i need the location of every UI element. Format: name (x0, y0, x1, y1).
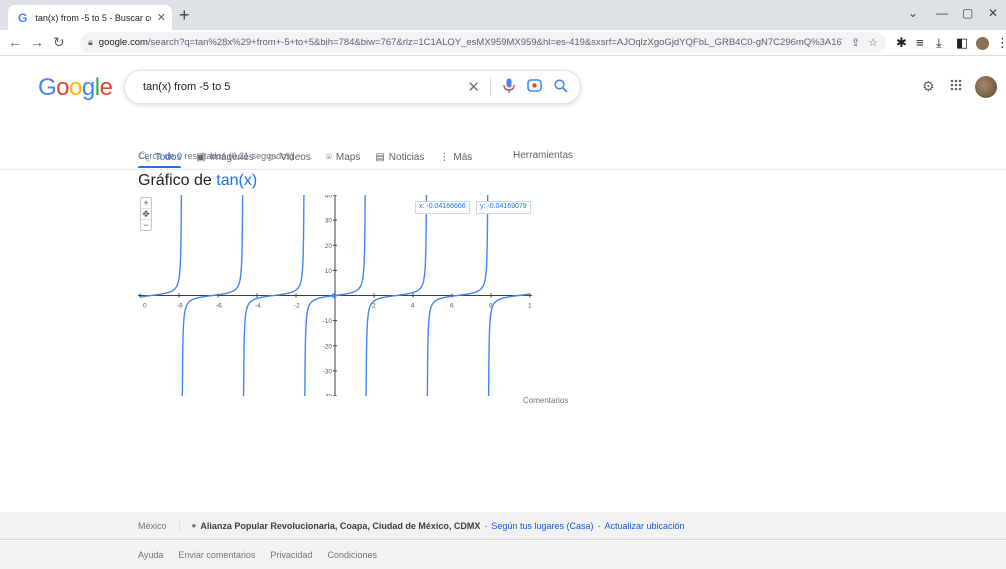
x-tick-label: -8 (177, 303, 183, 310)
tab-maps[interactable]: ⌾ Maps (326, 147, 360, 167)
camera-lens-icon[interactable] (527, 78, 542, 96)
address-url: google.com/search?q=tan%28x%29+from+-5+t… (98, 37, 843, 48)
close-window-button[interactable]: ✕ (988, 6, 998, 20)
y-tick-label: 30 (325, 218, 333, 225)
update-location-link[interactable]: Actualizar ubicación (604, 521, 684, 531)
forward-button[interactable]: → (30, 34, 44, 50)
x-tick-label: -6 (216, 303, 222, 310)
y-tick-label: -30 (323, 368, 333, 375)
x-tick-label: -2 (294, 303, 300, 310)
footer-country: México (138, 520, 180, 531)
google-logo[interactable]: Google (38, 74, 113, 102)
x-tick-label: 4 (411, 303, 415, 310)
tan-curve-branch (487, 293, 531, 396)
graph-title-function[interactable]: tan(x) (216, 172, 257, 189)
location-dot-icon: ● (191, 521, 197, 530)
account-avatar[interactable] (975, 76, 997, 98)
microphone-icon[interactable] (503, 78, 515, 97)
result-stats: Cerca de 0 resultados (0.21 segundos) (138, 151, 294, 161)
settings-gear-icon[interactable]: ⚙ (922, 78, 935, 95)
close-tab-icon[interactable]: ✕ (157, 11, 166, 24)
x-tick-label: 0 (143, 303, 147, 310)
footer-link-condiciones[interactable]: Condiciones (327, 550, 377, 560)
y-tick-label: 40 (325, 195, 333, 200)
tab-title: tan(x) from -5 to 5 - Buscar con Google (35, 12, 150, 23)
y-tick-label: 20 (325, 243, 333, 250)
footer-links: Ayuda Enviar comentarios Privacidad Cond… (0, 541, 1006, 569)
footer-link-ayuda[interactable]: Ayuda (138, 550, 163, 560)
divider (490, 78, 491, 96)
reading-list-icon[interactable]: ≡ (916, 35, 924, 50)
y-tick-label: 10 (325, 268, 333, 275)
x-tick-label: -4 (255, 303, 261, 310)
tab-search-icon[interactable]: ⌄ (908, 6, 918, 20)
readout-y: y: -0.04169079 (476, 201, 531, 214)
feedback-link[interactable]: Comentarios (523, 396, 568, 405)
news-icon: ▤ (375, 151, 385, 163)
search-input[interactable] (143, 81, 456, 93)
bookmark-star-icon[interactable]: ☆ (868, 36, 878, 49)
footer-dash: - (597, 520, 601, 531)
footer-location: México ● Alianza Popular Revolucionaria,… (0, 512, 1006, 540)
zoom-control[interactable]: + ✥ − (140, 197, 152, 231)
footer-place: Alianza Popular Revolucionaria, Coapa, C… (200, 520, 481, 531)
x-tick-label: 1 (528, 303, 532, 310)
profile-avatar-icon[interactable] (976, 37, 989, 50)
lock-icon[interactable]: 🔒︎ (88, 37, 93, 48)
zoom-in-icon[interactable]: + (141, 198, 151, 209)
pan-icon[interactable]: ✥ (141, 209, 151, 220)
tab-mas[interactable]: ⋮ Más (439, 147, 472, 167)
hover-point (331, 293, 337, 299)
extensions-icon[interactable]: ✱ (896, 35, 907, 51)
footer-link-privacidad[interactable]: Privacidad (270, 550, 312, 560)
new-tab-button[interactable]: + (179, 6, 190, 24)
address-bar[interactable]: 🔒︎ google.com/search?q=tan%28x%29+from+-… (80, 32, 886, 53)
more-vert-icon: ⋮ (439, 151, 450, 163)
search-icon[interactable] (554, 78, 568, 96)
share-icon[interactable]: ⇪ (851, 36, 860, 49)
maximize-button[interactable]: ▢ (962, 6, 973, 20)
browser-toolbar: ← → ↻ 🔒︎ google.com/search?q=tan%28x%29+… (0, 30, 1006, 56)
google-favicon-icon: G (18, 10, 28, 25)
location-source-link[interactable]: Según tus lugares (Casa) (491, 521, 593, 531)
readout-x: x: -0.04166666 (415, 201, 470, 214)
footer-link-enviar-comentarios[interactable]: Enviar comentarios (178, 550, 255, 560)
y-tick-label: -20 (323, 343, 333, 350)
x-tick-label: 6 (450, 303, 454, 310)
tan-graph[interactable]: 0-8-6-4-22468140302010-10-20-30-40 (138, 195, 532, 396)
y-tick-label: -40 (323, 394, 333, 397)
footer-dash: - (484, 520, 488, 531)
zoom-out-icon[interactable]: − (141, 220, 151, 231)
y-tick-label: -10 (323, 318, 333, 325)
clear-icon[interactable]: ✕ (467, 78, 480, 96)
tabs-divider (0, 169, 1006, 170)
reload-button[interactable]: ↻ (53, 34, 65, 51)
graph-title: Gráfico de tan(x) (138, 172, 257, 190)
minimize-button[interactable]: — (936, 6, 948, 20)
download-icon[interactable]: ⤓ (936, 35, 942, 51)
active-tab-indicator (138, 166, 181, 168)
browser-tab[interactable]: G tan(x) from -5 to 5 - Buscar con Googl… (8, 5, 172, 30)
side-panel-icon[interactable]: ◧ (956, 35, 968, 51)
apps-grid-icon[interactable] (950, 78, 962, 94)
browser-tab-strip: G tan(x) from -5 to 5 - Buscar con Googl… (0, 0, 1006, 30)
x-tick-label: 2 (372, 303, 376, 310)
graph-title-prefix: Gráfico de (138, 172, 212, 189)
tools-button[interactable]: Herramientas (513, 150, 573, 161)
map-pin-icon: ⌾ (325, 151, 332, 163)
search-box: ✕ (124, 70, 581, 104)
tab-noticias[interactable]: ▤ Noticias (375, 147, 424, 167)
browser-menu-icon[interactable]: ⋮ (996, 35, 1006, 51)
back-button[interactable]: ← (8, 34, 22, 50)
